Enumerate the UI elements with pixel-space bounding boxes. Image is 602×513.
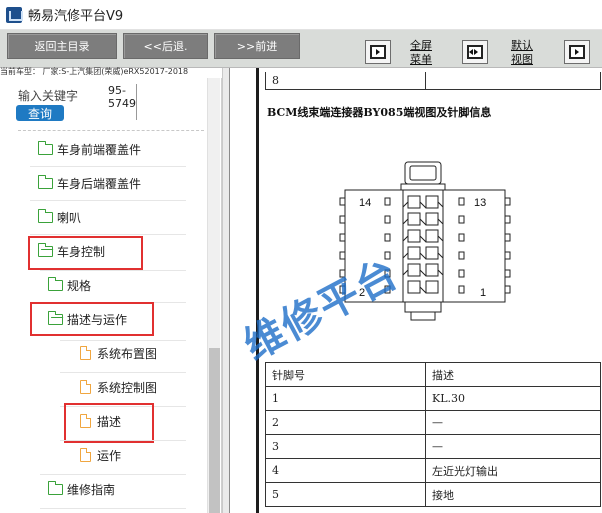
table-cell-description: 接地 (425, 482, 601, 507)
tree-item-operation[interactable]: 运作 (80, 441, 121, 469)
query-button[interactable]: 查询 (16, 105, 64, 121)
folder-icon (47, 276, 63, 291)
table-cell-pin: 4 (265, 458, 426, 483)
folder-icon (37, 208, 53, 223)
fullscreen-label-line2: 菜单 (410, 53, 432, 66)
panel-splitter[interactable] (222, 68, 230, 513)
fullscreen-menu-link[interactable]: 全屏 菜单 (410, 39, 432, 67)
tree-separator (30, 234, 186, 235)
fullscreen-label-line1: 全屏 (410, 39, 432, 52)
tree-item-label: 规格 (67, 278, 92, 293)
search-value: 95-5749 (108, 84, 136, 110)
pin-label-2: 2 (359, 287, 365, 299)
tree-separator (60, 440, 186, 441)
table-cell-description: — (425, 410, 601, 435)
app-logo-icon (6, 6, 23, 23)
table-cell-description: — (425, 434, 601, 459)
document-icon (80, 379, 92, 394)
panel-left-icon (569, 45, 585, 59)
connector-heading: BCM线束端连接器BY085端视图及针脚信息 (267, 106, 492, 119)
panel-right-icon (370, 45, 386, 59)
tree-item-system-control[interactable]: 系统控制图 (80, 373, 157, 401)
search-input[interactable]: 输入关键字 (18, 87, 78, 104)
default-view-link[interactable]: 默认 视图 (511, 39, 533, 67)
tree-item-system-layout[interactable]: 系统布置图 (80, 339, 157, 367)
pin-label-14: 14 (359, 197, 371, 209)
tree-item-front-body-panels[interactable]: 车身前端覆盖件 (37, 135, 142, 163)
search-divider (136, 84, 137, 120)
expand-panel-button[interactable] (564, 40, 590, 64)
connector-diagram: 14 13 2 1 (339, 161, 511, 321)
pin-info-table: 针脚号 描述 1 KL.30 2 — 3 — 4 左近光灯输出 5 接地 (265, 362, 601, 507)
tree-item-repair-guide[interactable]: 维修指南 (47, 475, 116, 503)
window-title: 畅易汽修平台V9 (28, 9, 124, 24)
table-row: 3 — (265, 434, 601, 459)
title-bar: 畅易汽修平台V9 (0, 0, 602, 30)
tree-item-label: 车身前端覆盖件 (57, 142, 142, 157)
document-page: 8 BCM线束端连接器BY085端视图及针脚信息 14 13 2 1 针脚号 描… (256, 68, 602, 513)
tree-item-label: 维修指南 (67, 482, 116, 497)
tree-separator (40, 508, 186, 509)
table-cell-pin: 5 (265, 482, 426, 507)
table-row: 5 接地 (265, 482, 601, 507)
document-icon (80, 447, 92, 462)
table-cell-pin: 1 (265, 386, 426, 411)
home-button[interactable]: 返回主目录 (7, 33, 117, 59)
tree-item-label: 喇叭 (57, 210, 82, 225)
folder-icon (37, 140, 53, 155)
sidebar-tree-panel: 输入关键字 95-5749 查询 车身前端覆盖件 车身后端覆盖件 喇叭 车身控制… (0, 78, 222, 513)
split-view-button[interactable] (462, 40, 488, 64)
table-row: 1 KL.30 (265, 386, 601, 411)
row-pin-number: 8 (266, 72, 426, 89)
split-arrows-icon (467, 45, 483, 59)
table-cell-description: 左近光灯输出 (425, 458, 601, 483)
tree-item-rear-body-panels[interactable]: 车身后端覆盖件 (37, 169, 142, 197)
table-cell-pin: 3 (265, 434, 426, 459)
toolbar: 返回主目录 <<后退. >>前进 全屏 菜单 默认 视图 (0, 30, 602, 68)
document-icon (80, 345, 92, 360)
folder-icon (47, 480, 63, 495)
default-label-line2: 视图 (511, 53, 533, 66)
folder-icon (37, 174, 53, 189)
sidebar-scrollbar[interactable] (207, 78, 220, 513)
tree-item-horn[interactable]: 喇叭 (37, 203, 82, 231)
highlight-box (64, 403, 154, 443)
pin-label-1: 1 (480, 287, 486, 299)
tree-item-specifications[interactable]: 规格 (47, 271, 92, 299)
table-row: 2 — (265, 410, 601, 435)
scrollbar-thumb[interactable] (209, 348, 220, 513)
tree-item-label: 系统控制图 (97, 380, 158, 395)
pin-label-13: 13 (474, 197, 486, 209)
search-area: 输入关键字 95-5749 查询 (0, 78, 200, 124)
back-button[interactable]: <<后退. (123, 33, 208, 59)
table-cell-pin: 2 (265, 410, 426, 435)
table-header-description: 描述 (425, 362, 601, 387)
tree-separator (30, 200, 186, 201)
highlight-box (28, 236, 143, 270)
table-header-pin: 针脚号 (265, 362, 426, 387)
table-cell-description: KL.30 (425, 386, 601, 411)
tree-item-label: 系统布置图 (97, 346, 158, 361)
document-viewer: 8 BCM线束端连接器BY085端视图及针脚信息 14 13 2 1 针脚号 描… (230, 68, 602, 513)
tree-item-label: 车身后端覆盖件 (57, 176, 142, 191)
previous-table-row: 8 (265, 72, 601, 90)
tree-separator (30, 166, 186, 167)
divider (18, 130, 204, 131)
current-model-label: 当前车型： 厂家:S-上汽集团(荣威)eRX52017-2018 (0, 67, 189, 76)
highlight-box (30, 302, 154, 336)
table-row: 4 左近光灯输出 (265, 458, 601, 483)
collapse-panel-button[interactable] (365, 40, 391, 64)
forward-button[interactable]: >>前进 (214, 33, 300, 59)
default-label-line1: 默认 (511, 39, 533, 52)
tree-item-label: 运作 (97, 448, 122, 463)
table-header-row: 针脚号 描述 (265, 362, 601, 387)
